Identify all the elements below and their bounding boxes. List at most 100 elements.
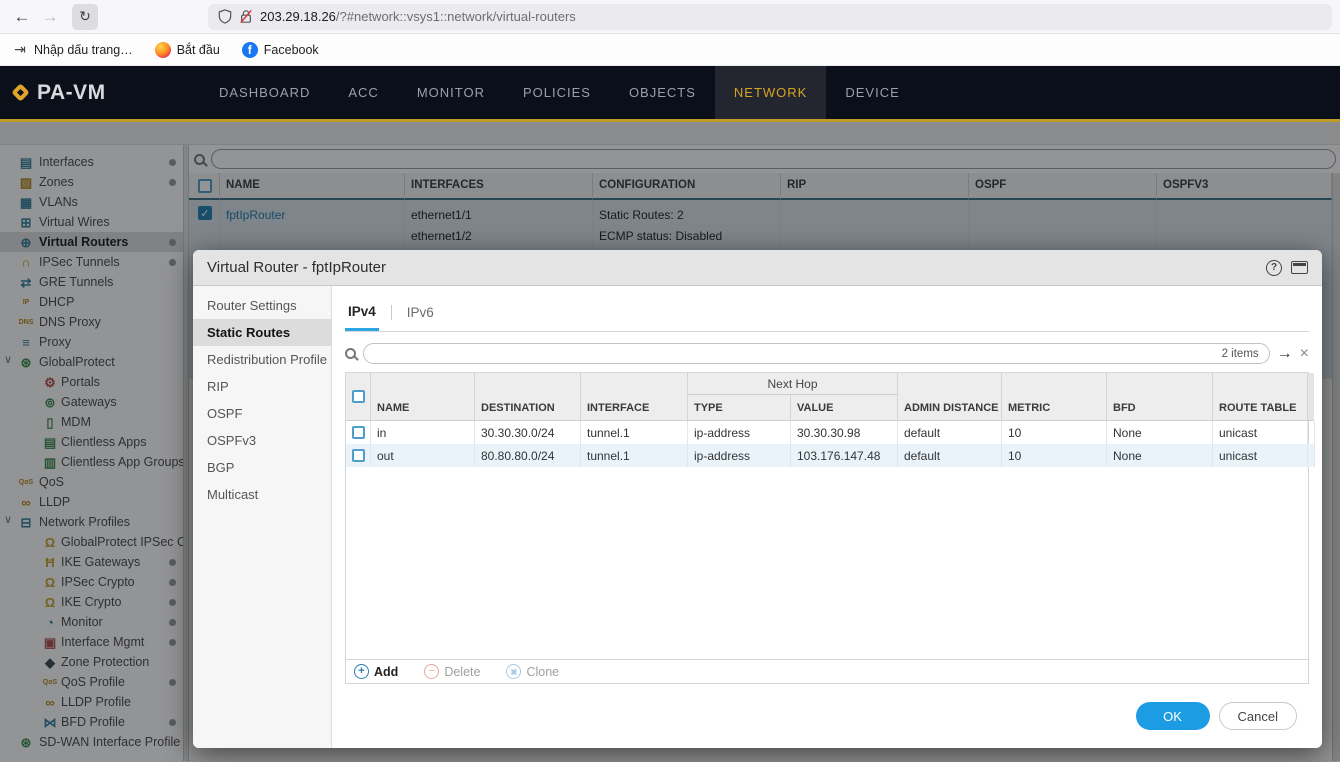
cell-route-table: unicast	[1213, 444, 1308, 467]
row-checkbox[interactable]	[346, 444, 371, 467]
dialog-header: Virtual Router - fptIpRouter ?	[193, 250, 1322, 286]
delete-button[interactable]: − Delete	[424, 664, 480, 679]
ok-button[interactable]: OK	[1136, 702, 1210, 730]
bookmarks-bar: ⇥ Nhập dấu trang… Bắt đầu f Facebook	[0, 34, 1340, 66]
browser-toolbar: ← → ↻ 203.29.18.26/?#network::vsys1::net…	[0, 0, 1340, 34]
nav-tab-objects[interactable]: OBJECTS	[610, 66, 715, 119]
app-logo-text: PA-VM	[37, 81, 106, 105]
tab-separator	[391, 305, 392, 320]
url-path: /?#network::vsys1::network/virtual-route…	[336, 9, 576, 24]
cell-value: 30.30.30.98	[791, 421, 898, 444]
virtual-router-dialog: Virtual Router - fptIpRouter ? Router Se…	[193, 250, 1322, 748]
table-empty-space	[346, 467, 1308, 659]
cancel-button[interactable]: Cancel	[1219, 702, 1297, 730]
routes-search-row: 2 items → ×	[345, 343, 1309, 364]
column-header-value[interactable]: VALUE	[791, 395, 898, 421]
window-icon[interactable]	[1291, 261, 1308, 274]
browser-forward-icon[interactable]: →	[36, 7, 64, 27]
bookmark-get-started[interactable]: Bắt đầu	[155, 42, 220, 58]
app-logo: PA-VM	[0, 66, 200, 119]
facebook-icon: f	[242, 42, 258, 58]
column-header-metric[interactable]: METRIC	[1002, 373, 1107, 421]
main-nav: DASHBOARDACCMONITORPOLICIESOBJECTSNETWOR…	[200, 66, 919, 119]
checkbox-icon	[352, 449, 365, 462]
add-icon: +	[354, 664, 369, 679]
column-header-route-table[interactable]: ROUTE TABLE	[1213, 373, 1308, 421]
dialog-menu-ospf[interactable]: OSPF	[193, 400, 331, 427]
dialog-menu-multicast[interactable]: Multicast	[193, 481, 331, 508]
help-icon[interactable]: ?	[1266, 260, 1282, 276]
column-header-destination[interactable]: DESTINATION	[475, 373, 581, 421]
cell-bfd: None	[1107, 444, 1213, 467]
bookmark-import[interactable]: ⇥ Nhập dấu trang…	[12, 42, 133, 58]
nav-tab-dashboard[interactable]: DASHBOARD	[200, 66, 329, 119]
clear-filter-icon[interactable]: ×	[1300, 346, 1309, 362]
column-header-bfd[interactable]: BFD	[1107, 373, 1213, 421]
dialog-menu-rip[interactable]: RIP	[193, 373, 331, 400]
routes-action-bar: + Add − Delete ▣ Clone	[346, 659, 1308, 683]
dialog-body: Router SettingsStatic RoutesRedistributi…	[193, 286, 1322, 748]
cell-destination: 30.30.30.0/24	[475, 421, 581, 444]
route-row-out[interactable]: out80.80.80.0/24tunnel.1ip-address103.17…	[346, 444, 1308, 467]
column-header-interface[interactable]: INTERFACE	[581, 373, 688, 421]
select-all-checkbox[interactable]	[346, 373, 371, 421]
insecure-lock-icon	[239, 9, 253, 24]
route-row-in[interactable]: in30.30.30.0/24tunnel.1ip-address30.30.3…	[346, 421, 1308, 444]
search-icon	[345, 348, 356, 359]
browser-reload-icon[interactable]: ↻	[72, 4, 98, 30]
dialog-menu-static-routes[interactable]: Static Routes	[193, 319, 331, 346]
cell-bfd: None	[1107, 421, 1213, 444]
cell-admin-distance: default	[898, 421, 1002, 444]
nav-tab-network[interactable]: NETWORK	[715, 66, 826, 119]
column-header-name[interactable]: NAME	[371, 373, 475, 421]
delete-icon: −	[424, 664, 439, 679]
nav-tab-device[interactable]: DEVICE	[826, 66, 918, 119]
items-count: 2 items	[1222, 348, 1259, 360]
static-routes-panel: NAMEDESTINATIONINTERFACE ADMIN DISTANCEME…	[345, 372, 1309, 684]
clone-button[interactable]: ▣ Clone	[506, 664, 559, 679]
add-button[interactable]: + Add	[354, 664, 398, 679]
browser-back-icon[interactable]: ←	[8, 7, 36, 27]
cell-name: out	[371, 444, 475, 467]
app-body: ▤Interfaces▨Zones▦VLANs⊞Virtual Wires⊕Vi…	[0, 122, 1340, 762]
row-scroll-space	[1308, 444, 1315, 467]
dialog-main: IPv4 IPv6 2 items → × NAMEDESTINATIONINT…	[332, 286, 1322, 748]
firefox-icon	[155, 42, 171, 58]
row-checkbox[interactable]	[346, 421, 371, 444]
dialog-menu-redistribution-profile[interactable]: Redistribution Profile	[193, 346, 331, 373]
clone-button-label: Clone	[526, 665, 559, 679]
nav-tab-monitor[interactable]: MONITOR	[398, 66, 504, 119]
checkbox-icon	[352, 426, 365, 439]
column-header-admin-distance[interactable]: ADMIN DISTANCE	[898, 373, 1002, 421]
row-scroll-space	[1308, 421, 1315, 444]
tab-ipv4[interactable]: IPv4	[345, 304, 379, 331]
bookmark-label: Facebook	[264, 43, 319, 57]
dialog-menu: Router SettingsStatic RoutesRedistributi…	[193, 286, 332, 748]
cell-interface: tunnel.1	[581, 421, 688, 444]
delete-button-label: Delete	[444, 665, 480, 679]
add-button-label: Add	[374, 665, 398, 679]
dialog-menu-ospfv3[interactable]: OSPFv3	[193, 427, 331, 454]
nav-tab-policies[interactable]: POLICIES	[504, 66, 610, 119]
bookmark-label: Nhập dấu trang…	[34, 43, 133, 57]
next-hop-group-header: Next Hop	[688, 373, 898, 395]
dialog-menu-router-settings[interactable]: Router Settings	[193, 292, 331, 319]
url-host: 203.29.18.26	[260, 9, 336, 24]
dialog-menu-bgp[interactable]: BGP	[193, 454, 331, 481]
tab-ipv6[interactable]: IPv6	[404, 305, 437, 329]
cell-admin-distance: default	[898, 444, 1002, 467]
cell-destination: 80.80.80.0/24	[475, 444, 581, 467]
dialog-footer: OK Cancel	[345, 684, 1309, 748]
paloalto-logo-icon	[11, 83, 29, 101]
routes-search-input[interactable]: 2 items	[363, 343, 1270, 364]
url-bar[interactable]: 203.29.18.26/?#network::vsys1::network/v…	[208, 4, 1332, 30]
bookmark-label: Bắt đầu	[177, 43, 220, 57]
nav-tab-acc[interactable]: ACC	[329, 66, 397, 119]
column-header-type[interactable]: TYPE	[688, 395, 791, 421]
app-header: PA-VM DASHBOARDACCMONITORPOLICIESOBJECTS…	[0, 66, 1340, 122]
header-scroll-space	[1308, 373, 1314, 421]
apply-filter-icon[interactable]: →	[1277, 346, 1293, 362]
dialog-title: Virtual Router - fptIpRouter	[207, 259, 386, 276]
ip-version-tabs: IPv4 IPv6	[345, 302, 1309, 332]
bookmark-facebook[interactable]: f Facebook	[242, 42, 319, 58]
